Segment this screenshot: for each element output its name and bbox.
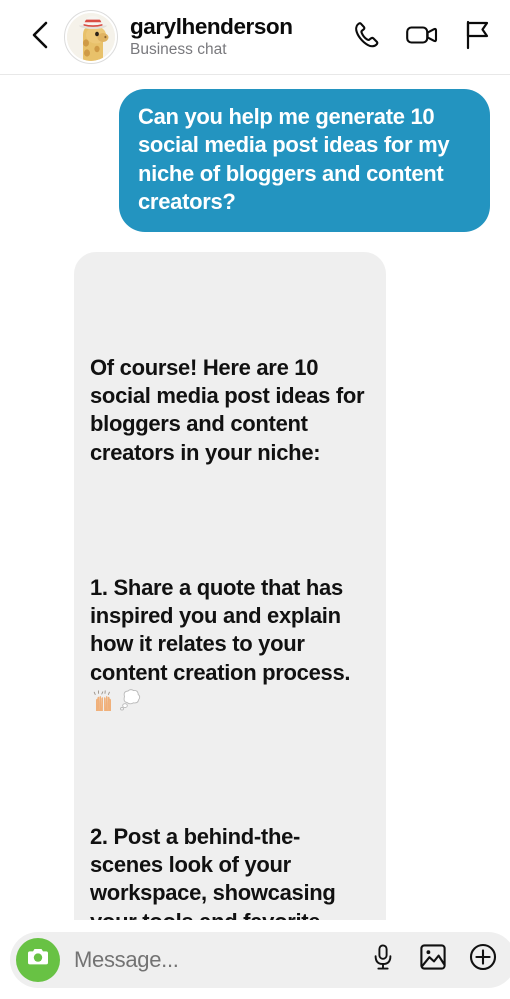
image-icon xyxy=(419,943,447,976)
message-input[interactable] xyxy=(74,946,362,973)
raising-hands-emoji xyxy=(91,687,116,712)
video-call-button[interactable] xyxy=(405,20,439,54)
header-actions xyxy=(350,20,494,54)
composer-pill xyxy=(10,931,510,988)
more-options-button[interactable] xyxy=(468,943,498,976)
back-button[interactable] xyxy=(24,17,58,57)
chat-title-block[interactable]: garylhenderson Business chat xyxy=(130,14,342,60)
camera-button[interactable] xyxy=(16,937,60,982)
message-thread[interactable]: Can you help me generate 10 social media… xyxy=(0,75,510,999)
giraffe-avatar-icon xyxy=(67,13,115,61)
reply-item-1-text: 1. Share a quote that has inspired you a… xyxy=(90,574,357,685)
camera-icon xyxy=(25,944,51,975)
gallery-button[interactable] xyxy=(418,943,448,976)
microphone-button[interactable] xyxy=(368,943,398,976)
message-row-outgoing: Can you help me generate 10 social media… xyxy=(10,89,500,233)
thought-balloon-emoji xyxy=(118,687,143,712)
video-camera-icon xyxy=(405,19,439,56)
chevron-left-icon xyxy=(29,20,53,55)
microphone-icon xyxy=(370,943,396,976)
report-button[interactable] xyxy=(460,20,494,54)
instagram-dm-screen: garylhenderson Business chat Can you hel… xyxy=(0,0,510,999)
flag-icon xyxy=(462,19,492,56)
avatar[interactable] xyxy=(64,10,118,64)
audio-call-button[interactable] xyxy=(350,20,384,54)
composer-icons xyxy=(368,943,498,976)
outgoing-message-bubble[interactable]: Can you help me generate 10 social media… xyxy=(119,89,490,233)
phone-icon xyxy=(351,19,383,56)
reply-item-1: 1. Share a quote that has inspired you a… xyxy=(90,574,367,716)
message-row-incoming: Of course! Here are 10 social media post… xyxy=(10,252,500,999)
chat-subtitle: Business chat xyxy=(130,41,227,59)
message-composer xyxy=(0,920,510,999)
reply-intro-paragraph: Of course! Here are 10 social media post… xyxy=(90,354,371,465)
incoming-message-bubble[interactable]: Of course! Here are 10 social media post… xyxy=(74,252,386,999)
chat-header: garylhenderson Business chat xyxy=(0,0,510,75)
chat-username: garylhenderson xyxy=(130,14,293,40)
plus-circle-icon xyxy=(469,943,497,976)
